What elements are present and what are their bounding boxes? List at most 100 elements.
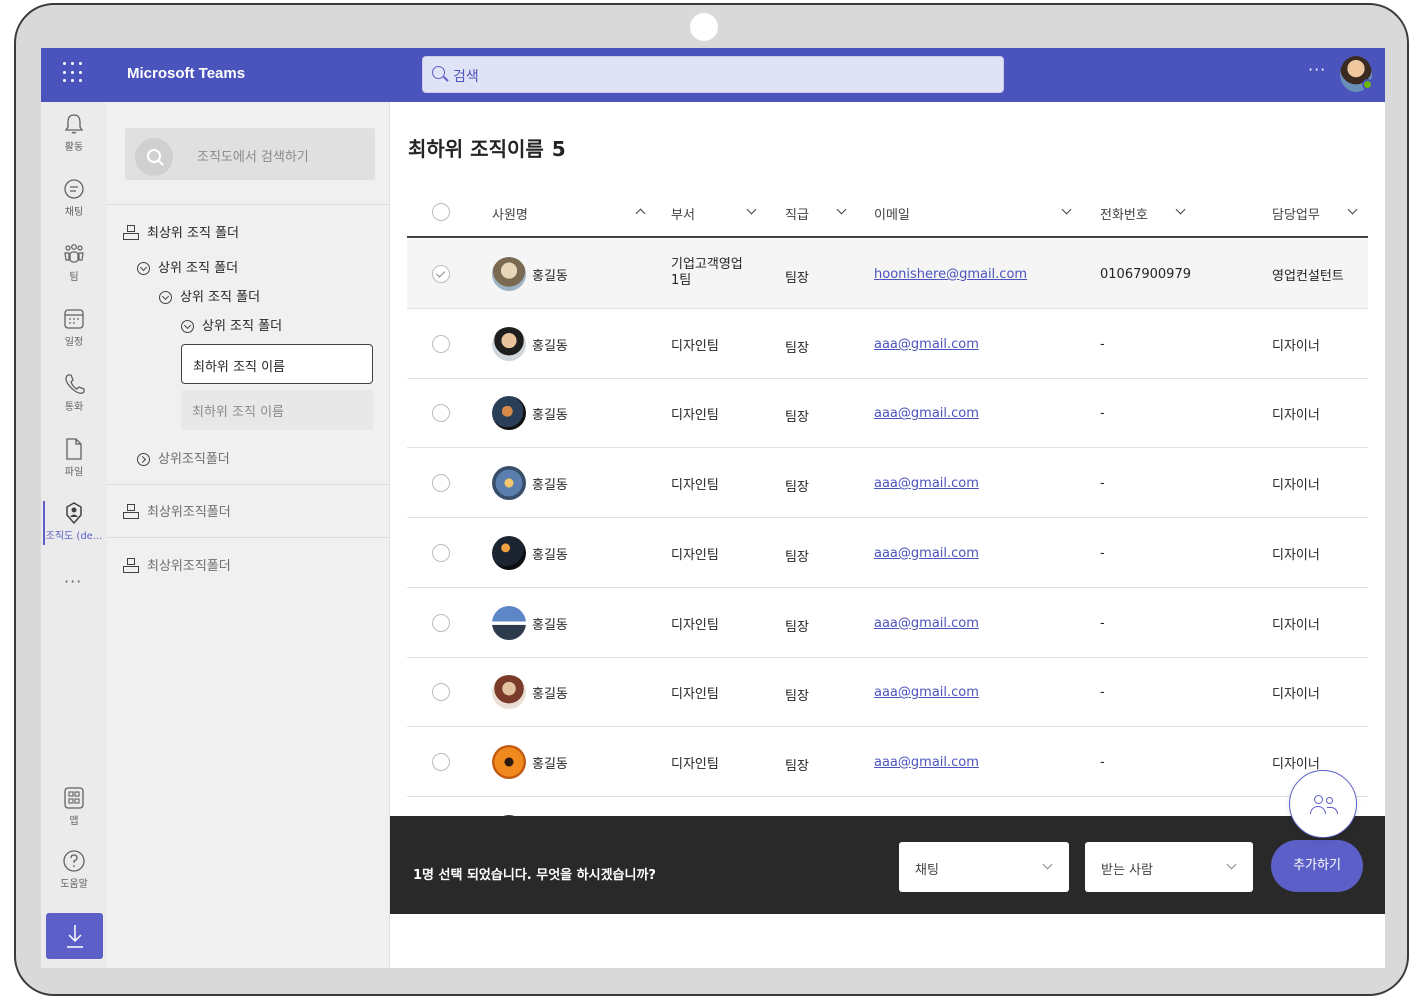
avatar[interactable]: [492, 326, 526, 361]
search-placeholder: 검색: [453, 69, 479, 85]
avatar[interactable]: [492, 466, 526, 501]
tree-top-folder[interactable]: 최상위 조직 폴더: [123, 222, 239, 241]
chevron-down-icon[interactable]: [1347, 204, 1358, 215]
avatar[interactable]: [492, 396, 526, 431]
avatar[interactable]: [492, 675, 526, 710]
avatar[interactable]: [492, 257, 526, 291]
rail-item-apps[interactable]: 앱: [41, 780, 107, 836]
row-checkbox[interactable]: [432, 334, 450, 353]
table-row[interactable]: 홍길동 디자인팀 팀장 aaa@gmail.com - 디자이너: [407, 378, 1368, 449]
chevron-down-icon[interactable]: [746, 204, 757, 215]
cell-email-link[interactable]: hoonishere@gmail.com: [874, 267, 1027, 282]
cell-name[interactable]: 홍길동: [532, 335, 568, 354]
help-icon: [63, 850, 85, 872]
cell-dept: 기업고객영업 1팀: [671, 257, 743, 289]
table-row[interactable]: 홍길동 디자인팀 팀장 aaa@gmail.com - 디자이너: [407, 518, 1368, 588]
rail-item-calls[interactable]: 통화: [41, 366, 107, 422]
cell-duty: 디자이너: [1272, 547, 1320, 563]
rail-item-files[interactable]: 파일: [41, 431, 107, 487]
table-row[interactable]: 홍길동 디자인팀 팀장 aaa@gmail.com - 디자이너: [407, 657, 1368, 728]
cell-name[interactable]: 홍길동: [532, 683, 568, 702]
column-header-phone[interactable]: 전화번호: [1100, 204, 1148, 223]
cell-phone: -: [1100, 754, 1105, 770]
people-icon: [1314, 795, 1323, 804]
member-count: 5: [551, 137, 566, 161]
cell-email-link[interactable]: aaa@gmail.com: [874, 546, 979, 561]
cell-duty: 디자이너: [1272, 687, 1320, 703]
search-input[interactable]: 검색: [422, 56, 1004, 93]
tree-folder-level2[interactable]: 상위 조직 폴더: [159, 286, 260, 305]
select-all-checkbox[interactable]: [432, 203, 450, 221]
chevron-down-icon[interactable]: [1175, 204, 1186, 215]
row-checkbox[interactable]: [432, 683, 450, 702]
people-fab-button[interactable]: [1289, 770, 1357, 838]
download-button[interactable]: [46, 913, 103, 959]
recipient-select[interactable]: 받는 사람: [1085, 842, 1253, 892]
more-apps-icon[interactable]: ···: [64, 572, 82, 591]
table-row[interactable]: 홍길동 디자인팀 팀장 aaa@gmail.com - 디자이너: [407, 309, 1368, 379]
column-header-rank[interactable]: 직급: [785, 204, 809, 223]
chevron-down-icon[interactable]: [836, 204, 847, 215]
tree-folder-level1[interactable]: 상위 조직 폴더: [137, 257, 238, 276]
title-bar: Microsoft Teams 검색 ···: [41, 48, 1385, 102]
tree-folder-collapsed[interactable]: 상위조직폴더: [137, 448, 230, 467]
cell-name[interactable]: 홍길동: [532, 404, 568, 423]
tree-leaf[interactable]: 최하위 조직 이름: [181, 390, 373, 430]
tree-folder-level3[interactable]: 상위 조직 폴더: [181, 315, 282, 334]
avatar[interactable]: [492, 535, 526, 570]
cell-email-link[interactable]: aaa@gmail.com: [874, 476, 979, 491]
cell-email-link[interactable]: aaa@gmail.com: [874, 616, 979, 631]
column-header-email[interactable]: 이메일: [874, 204, 910, 223]
tree-top-folder-2[interactable]: 최상위조직폴더: [123, 501, 231, 520]
avatar[interactable]: [492, 744, 526, 779]
org-search-placeholder: 조직도에서 검색하기: [197, 150, 309, 165]
rail-item-help[interactable]: 도움말: [41, 843, 107, 899]
cell-duty: 디자이너: [1272, 756, 1320, 772]
cell-duty: 디자이너: [1272, 338, 1320, 354]
table-row[interactable]: 홍길동 기업고객영업 1팀 팀장 hoonishere@gmail.com 0106790…: [407, 239, 1368, 309]
table-row[interactable]: 홍길동 디자인팀 팀장 aaa@gmail.com - 디자이너: [407, 588, 1368, 658]
cell-name[interactable]: 홍길동: [532, 474, 568, 493]
chevron-down-icon[interactable]: [1061, 204, 1072, 215]
cell-email-link[interactable]: aaa@gmail.com: [874, 406, 979, 421]
tree-top-folder-3[interactable]: 최상위조직폴더: [123, 555, 231, 574]
rail-item-org-chart[interactable]: 조직도 (de...: [41, 495, 107, 551]
tree-leaf-selected[interactable]: 최하위 조직 이름: [181, 344, 373, 384]
row-checkbox[interactable]: [432, 265, 450, 283]
app-launcher-icon[interactable]: [63, 62, 85, 84]
row-checkbox[interactable]: [432, 474, 450, 493]
cell-name[interactable]: 홍길동: [532, 265, 568, 284]
more-options-icon[interactable]: ···: [1308, 60, 1326, 79]
rail-item-calendar[interactable]: 일정: [41, 301, 107, 357]
cell-name[interactable]: 홍길동: [532, 544, 568, 563]
row-checkbox[interactable]: [432, 404, 450, 423]
add-button[interactable]: 추가하기: [1271, 840, 1363, 892]
org-name: 최하위 조직이름: [408, 137, 544, 161]
cell-email-link[interactable]: aaa@gmail.com: [874, 685, 979, 700]
org-search-input[interactable]: 조직도에서 검색하기: [125, 128, 375, 180]
cell-email-link[interactable]: aaa@gmail.com: [874, 755, 979, 770]
table-row[interactable]: 홍길동 디자인팀 팀장 aaa@gmail.com - 디자이너: [407, 727, 1368, 797]
sort-ascending-icon[interactable]: [635, 208, 646, 219]
chevron-down-circle-icon: [181, 320, 194, 333]
rail-label: 채팅: [64, 207, 84, 218]
action-select[interactable]: 채팅: [899, 842, 1069, 892]
column-header-dept[interactable]: 부서: [671, 204, 695, 223]
rail-item-activity[interactable]: 활동: [41, 106, 107, 162]
cell-name[interactable]: 홍길동: [532, 614, 568, 633]
cell-name[interactable]: 홍길동: [532, 753, 568, 772]
row-checkbox[interactable]: [432, 543, 450, 562]
file-icon: [66, 438, 82, 460]
user-avatar[interactable]: [1340, 56, 1373, 92]
column-header-name[interactable]: 사원명: [492, 204, 528, 223]
column-header-duty[interactable]: 담당업무: [1272, 204, 1320, 223]
rail-item-chat[interactable]: 채팅: [41, 171, 107, 227]
dept-line: 1팀: [671, 273, 692, 288]
table-row[interactable]: 홍길동 디자인팀 팀장 aaa@gmail.com - 디자이너: [407, 448, 1368, 519]
avatar[interactable]: [492, 605, 526, 640]
row-checkbox[interactable]: [432, 752, 450, 771]
page-title: 최하위 조직이름 5: [408, 133, 566, 162]
cell-email-link[interactable]: aaa@gmail.com: [874, 337, 979, 352]
row-checkbox[interactable]: [432, 613, 450, 632]
rail-item-teams[interactable]: 팀: [41, 236, 107, 292]
